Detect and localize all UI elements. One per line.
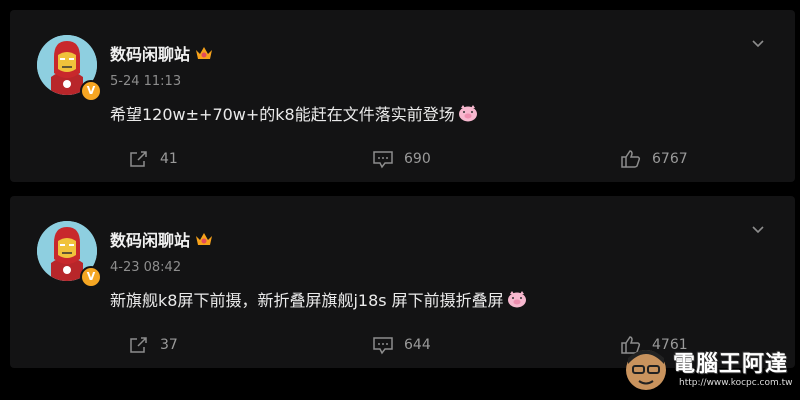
comment-icon (373, 151, 393, 169)
post-text: 希望120w±+70w+的k8能赶在文件落实前登场 (110, 105, 455, 124)
post-card: V 数码闲聊站 5-24 11:13 希望120w±+70w+的k8能赶在文件落… (10, 10, 795, 182)
post-content: 希望120w±+70w+的k8能赶在文件落实前登场 (110, 101, 478, 125)
verified-badge-icon: V (80, 80, 102, 102)
chevron-down-icon[interactable] (751, 222, 765, 236)
like-icon (621, 150, 641, 168)
comment-button[interactable]: 690 (372, 149, 431, 169)
author-name[interactable]: 数码闲聊站 (110, 227, 190, 251)
post-text: 新旗舰k8屏下前摄，新折叠屏旗舰j18s 屏下前摄折叠屏 (110, 291, 504, 310)
watermark-url: http://www.kocpc.com.tw (679, 378, 793, 388)
watermark: 電腦王阿達 http://www.kocpc.com.tw (621, 344, 796, 396)
post-timestamp[interactable]: 4-23 08:42 (110, 260, 181, 275)
like-button[interactable]: 6767 (620, 149, 688, 169)
comment-icon (373, 337, 393, 355)
chevron-down-icon[interactable] (751, 36, 765, 50)
comment-count: 690 (404, 151, 431, 167)
pig-emoji-icon (458, 105, 477, 122)
post-content: 新旗舰k8屏下前摄，新折叠屏旗舰j18s 屏下前摄折叠屏 (110, 287, 527, 311)
comment-button[interactable]: 644 (372, 335, 431, 355)
like-count: 6767 (652, 151, 688, 167)
repost-icon (130, 151, 147, 167)
watermark-title: 電腦王阿達 (673, 352, 789, 377)
pig-emoji-icon (507, 291, 526, 308)
repost-button[interactable]: 37 (128, 335, 178, 355)
verified-badge-icon: V (80, 266, 102, 288)
repost-icon (130, 337, 147, 353)
repost-button[interactable]: 41 (128, 149, 178, 169)
post-card: V 数码闲聊站 4-23 08:42 新旗舰k8屏下前摄，新折叠屏旗舰j18s … (10, 196, 795, 368)
author-name[interactable]: 数码闲聊站 (110, 41, 190, 65)
mascot-face-icon (626, 350, 666, 390)
crown-icon (196, 47, 213, 59)
crown-icon (196, 233, 213, 245)
repost-count: 37 (160, 337, 178, 353)
comment-count: 644 (404, 337, 431, 353)
repost-count: 41 (160, 151, 178, 167)
post-timestamp[interactable]: 5-24 11:13 (110, 74, 181, 89)
